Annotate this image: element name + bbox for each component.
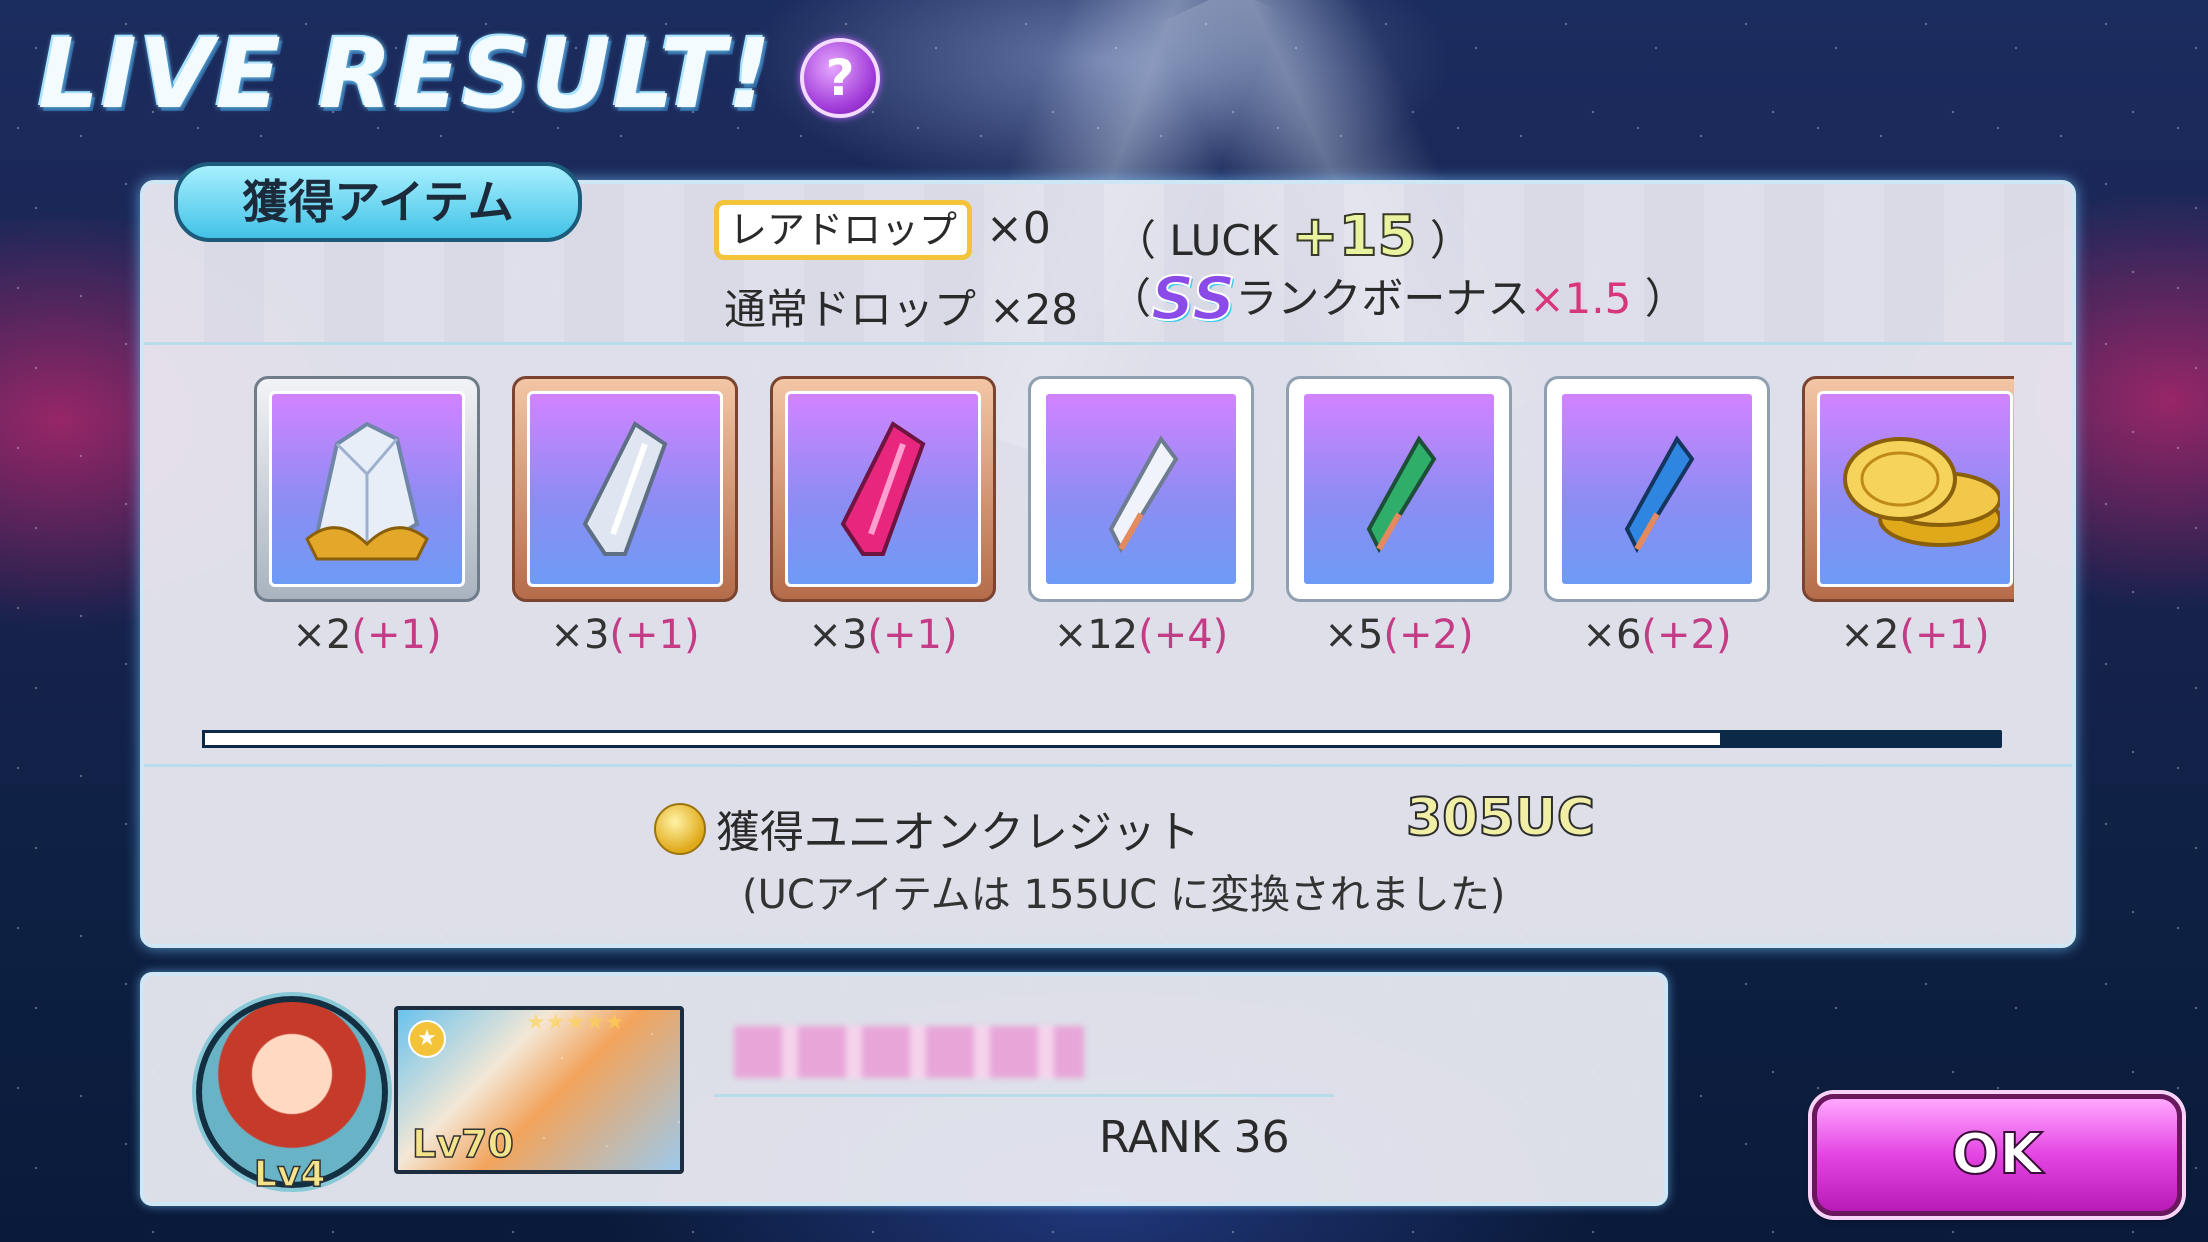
item-result-panel: 獲得アイテム レアドロップ ×0 （ LUCK +15 ） 通常ドロップ ×28…	[140, 162, 2076, 948]
card-level: Lv70	[411, 1121, 514, 1167]
item-count: ×12(+4)	[1053, 612, 1229, 658]
card-attribute-icon: ★	[408, 1020, 446, 1058]
luck-value: +15	[1291, 203, 1418, 270]
union-credit-value: 305UC	[1405, 787, 1596, 849]
divider	[714, 1094, 1334, 1097]
item-list[interactable]: ×2(+1) ×3(+1) ×3(+1) ×12(+4) ×5(+2) ×6(+…	[254, 376, 2014, 666]
item-list-scrollbar[interactable]	[202, 730, 2002, 748]
scrollbar-fill	[202, 730, 1723, 748]
help-button[interactable]: ?	[800, 38, 880, 118]
bonus-close-paren: ）	[1644, 274, 1687, 323]
item-slot[interactable]: ×5(+2)	[1286, 376, 1512, 658]
item-frame	[254, 376, 480, 602]
white-crystal-icon	[1108, 435, 1179, 554]
item-frame	[1544, 376, 1770, 602]
divider	[144, 764, 2072, 767]
avatar-level: Lv4	[253, 1153, 326, 1196]
player-name-redacted	[734, 1026, 1084, 1078]
item-slot[interactable]: ×2(+1)	[1802, 376, 2014, 658]
luck-indicator: （ LUCK +15 ）	[1114, 203, 1472, 270]
items-tab-label: 獲得アイテム	[174, 162, 582, 242]
pink-shard-icon	[840, 421, 926, 556]
rare-drop-label: レアドロップ	[714, 200, 973, 260]
silver-shard-icon	[582, 421, 668, 556]
normal-drop-count: ×28	[989, 285, 1079, 334]
gold-coins-icon	[1843, 437, 2000, 547]
player-panel: Lv4 ★ Lv70 ★★★★★ RANK 36	[140, 972, 1668, 1206]
union-credit-note: (UCアイテムは 155UC に変換されました)	[742, 872, 1506, 918]
item-count: ×2(+1)	[1840, 612, 1990, 658]
rank-bonus-label: ランクボーナス	[1235, 274, 1530, 323]
item-frame	[512, 376, 738, 602]
item-slot[interactable]: ×12(+4)	[1028, 376, 1254, 658]
green-crystal-icon	[1366, 435, 1437, 554]
rank-bonus: （SSランクボーナス×1.5 ）	[1109, 263, 1687, 335]
union-credit-label: 獲得ユニオンクレジット	[716, 807, 1200, 858]
page-title: LIVE RESULT!	[38, 18, 774, 130]
item-count: ×3(+1)	[808, 612, 958, 658]
ss-rank-icon: SS	[1150, 263, 1236, 335]
normal-drop-row: 通常ドロップ ×28	[724, 276, 1078, 337]
player-rank: RANK 36	[1099, 1112, 1290, 1163]
luck-prefix: （ LUCK	[1114, 216, 1279, 265]
item-frame	[1802, 376, 2014, 602]
item-slot[interactable]: ×3(+1)	[512, 376, 738, 658]
rank-bonus-multiplier: ×1.5	[1529, 274, 1632, 323]
item-slot[interactable]: ×3(+1)	[770, 376, 996, 658]
item-count: ×2(+1)	[292, 612, 442, 658]
union-credit-row: 獲得ユニオンクレジット	[654, 796, 1200, 860]
item-frame	[1028, 376, 1254, 602]
luck-suffix: ）	[1429, 216, 1472, 265]
divider	[144, 342, 2072, 345]
item-count: ×3(+1)	[550, 612, 700, 658]
leader-card[interactable]: ★ Lv70 ★★★★★	[394, 1006, 684, 1174]
rare-drop-count: ×0	[986, 203, 1051, 254]
card-rarity-stars: ★★★★★	[526, 1010, 680, 1160]
union-credit-coin-icon	[654, 803, 706, 855]
bonus-open-paren: （	[1109, 274, 1152, 323]
normal-drop-label: 通常ドロップ	[724, 285, 977, 334]
item-count: ×6(+2)	[1582, 612, 1732, 658]
item-count: ×5(+2)	[1324, 612, 1474, 658]
white-crystal-cluster-icon	[305, 421, 429, 561]
item-slot[interactable]: ×6(+2)	[1544, 376, 1770, 658]
rare-drop-row: レアドロップ ×0	[714, 200, 1051, 260]
blue-crystal-icon	[1624, 435, 1695, 554]
ok-button[interactable]: OK	[1812, 1094, 2182, 1216]
item-frame	[770, 376, 996, 602]
item-slot[interactable]: ×2(+1)	[254, 376, 480, 658]
item-frame	[1286, 376, 1512, 602]
